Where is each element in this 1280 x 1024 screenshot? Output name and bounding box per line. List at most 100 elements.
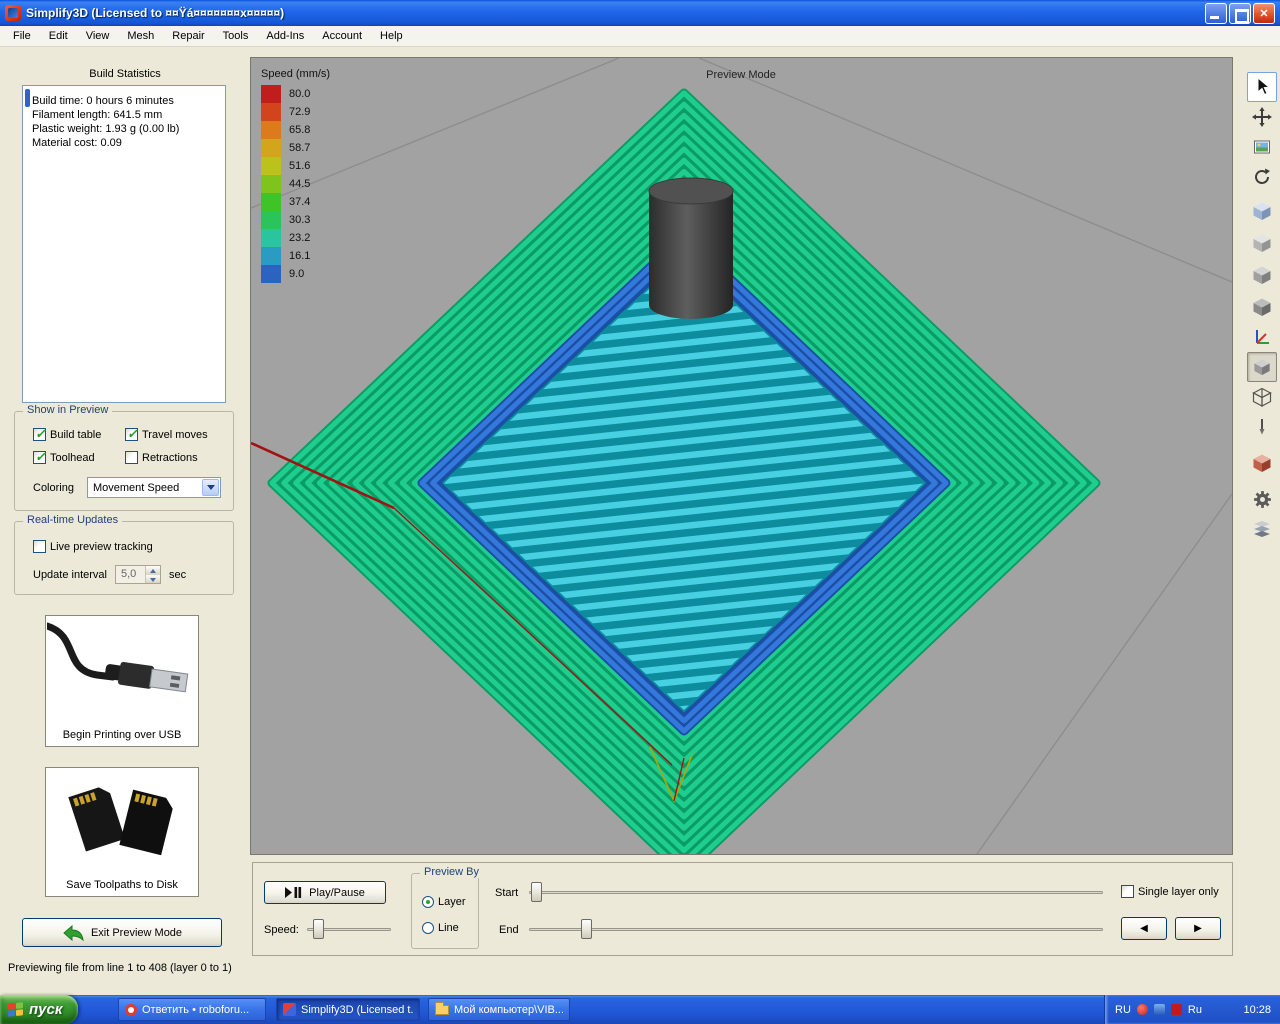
travel-moves-checkbox[interactable]: Travel moves — [125, 428, 208, 441]
slider-groove — [529, 928, 1103, 931]
legend-swatch — [261, 193, 281, 211]
end-slider[interactable] — [529, 919, 1103, 939]
build-statistics-title: Build Statistics — [8, 68, 242, 80]
menu-view[interactable]: View — [77, 27, 119, 45]
speed-slider[interactable] — [307, 919, 391, 939]
window-title: Simplify3D (Licensed to ¤¤Ÿá¤¤¤¤¤¤¤х¤¤¤¤… — [26, 6, 1205, 20]
window-titlebar[interactable]: Simplify3D (Licensed to ¤¤Ÿá¤¤¤¤¤¤¤х¤¤¤¤… — [0, 0, 1280, 26]
show-in-preview-group: Show in Preview Build table Travel moves… — [14, 411, 234, 511]
rotate-view-icon[interactable] — [1247, 162, 1277, 192]
settings-gear-icon[interactable] — [1247, 484, 1277, 514]
legend-swatch — [261, 211, 281, 229]
language-indicator[interactable]: RU — [1115, 1004, 1131, 1016]
view-toolbar — [1244, 47, 1280, 956]
legend-entry: 37.4 — [261, 193, 330, 211]
coloring-label: Coloring — [33, 482, 74, 494]
cursor-tool-icon[interactable] — [1247, 72, 1277, 102]
radio-unselected-icon — [422, 922, 434, 934]
language-indicator-2[interactable]: Ru — [1188, 1004, 1202, 1016]
menu-account[interactable]: Account — [313, 27, 371, 45]
legend-swatch — [261, 139, 281, 157]
spinner — [145, 566, 160, 583]
start-slider-thumb[interactable] — [531, 882, 542, 902]
print-toolpath-canvas[interactable] — [251, 58, 1232, 854]
layer-label: Layer — [438, 896, 466, 908]
spin-up-icon[interactable] — [146, 566, 160, 575]
legend-entry: 9.0 — [261, 265, 330, 283]
retractions-checkbox[interactable]: Retractions — [125, 451, 198, 464]
taskbar: пуск Ответить • roboforu... Simplify3D (… — [0, 995, 1280, 1024]
show-in-preview-title: Show in Preview — [23, 404, 112, 416]
minimize-button[interactable] — [1205, 3, 1227, 24]
chevron-down-icon[interactable] — [202, 479, 219, 496]
taskbar-task-browser[interactable]: Ответить • roboforu... — [118, 998, 266, 1021]
app-tray-icon[interactable] — [1154, 1004, 1165, 1015]
stats-accent-bar — [25, 89, 30, 107]
antivirus-tray-icon[interactable] — [1137, 1004, 1148, 1015]
single-layer-checkbox[interactable]: Single layer only — [1121, 885, 1219, 898]
view-top-icon[interactable] — [1247, 228, 1277, 258]
live-preview-checkbox[interactable]: Live preview tracking — [33, 540, 153, 553]
legend-entry: 16.1 — [261, 247, 330, 265]
spin-down-icon[interactable] — [146, 575, 160, 584]
update-interval-field[interactable]: 5,0 — [115, 565, 161, 584]
move-tool-icon[interactable] — [1247, 102, 1277, 132]
wireframe-icon[interactable] — [1247, 382, 1277, 412]
menu-repair[interactable]: Repair — [163, 27, 213, 45]
speed-legend: Speed (mm/s) 80.0 72.9 65.8 58.7 51.6 44… — [261, 68, 330, 283]
prev-layer-button[interactable]: ◀ — [1121, 917, 1167, 940]
maximize-button[interactable] — [1229, 3, 1251, 24]
legend-entry: 58.7 — [261, 139, 330, 157]
toolhead-checkbox[interactable]: Toolhead — [33, 451, 95, 464]
preview-3d-viewport[interactable]: Speed (mm/s) 80.0 72.9 65.8 58.7 51.6 44… — [250, 57, 1233, 855]
save-toolpaths-button[interactable]: Save Toolpaths to Disk — [45, 767, 199, 897]
update-interval-value: 5,0 — [116, 566, 145, 583]
start-slider[interactable] — [529, 882, 1103, 902]
preview-by-title: Preview By — [420, 866, 483, 878]
preview-by-layer-radio[interactable]: Layer — [422, 896, 466, 908]
window-controls — [1205, 3, 1275, 24]
menu-addins[interactable]: Add-Ins — [257, 27, 313, 45]
stat-build-time: Build time: 0 hours 6 minutes — [32, 94, 219, 108]
build-table-label: Build table — [50, 429, 101, 441]
layer-stack-icon[interactable] — [1247, 514, 1277, 544]
taskbar-task-simplify3d[interactable]: Simplify3D (Licensed t... — [276, 998, 420, 1021]
menu-tools[interactable]: Tools — [214, 27, 258, 45]
folder-icon — [435, 1005, 449, 1015]
solid-render-icon[interactable] — [1247, 352, 1277, 382]
menu-help[interactable]: Help — [371, 27, 412, 45]
exit-preview-mode-button[interactable]: Exit Preview Mode — [22, 918, 222, 947]
travel-moves-label: Travel moves — [142, 429, 208, 441]
task-label: Simplify3D (Licensed t... — [301, 1004, 413, 1016]
app-icon — [5, 5, 21, 21]
coloring-select[interactable]: Movement Speed — [87, 477, 221, 498]
menu-file[interactable]: File — [4, 27, 40, 45]
section-view-icon[interactable] — [1247, 448, 1277, 478]
view-front-icon[interactable] — [1247, 260, 1277, 290]
speed-label: Speed: — [264, 924, 299, 936]
realtime-updates-group: Real-time Updates Live preview tracking … — [14, 521, 234, 595]
menu-mesh[interactable]: Mesh — [118, 27, 163, 45]
view-iso-icon[interactable] — [1247, 196, 1277, 226]
preview-by-line-radio[interactable]: Line — [422, 922, 459, 934]
taskbar-task-explorer[interactable]: Мой компьютер\VIB... — [428, 998, 570, 1021]
snapshot-tool-icon[interactable] — [1247, 132, 1277, 162]
stat-plastic-weight: Plastic weight: 1.93 g (0.00 lb) — [32, 122, 219, 136]
view-side-icon[interactable] — [1247, 292, 1277, 322]
speed-slider-thumb[interactable] — [313, 919, 324, 939]
probe-icon[interactable] — [1247, 412, 1277, 442]
menu-edit[interactable]: Edit — [40, 27, 77, 45]
next-layer-button[interactable]: ▶ — [1175, 917, 1221, 940]
build-table-checkbox[interactable]: Build table — [33, 428, 101, 441]
gpu-tray-icon[interactable] — [1171, 1004, 1182, 1015]
live-preview-label: Live preview tracking — [50, 541, 153, 553]
status-bar: Previewing file from line 1 to 408 (laye… — [0, 956, 1280, 995]
begin-printing-usb-button[interactable]: Begin Printing over USB — [45, 615, 199, 747]
play-pause-button[interactable]: Play/Pause — [264, 881, 386, 904]
axes-icon[interactable] — [1247, 322, 1277, 352]
toolhead-label: Toolhead — [50, 452, 95, 464]
end-slider-thumb[interactable] — [581, 919, 592, 939]
start-button[interactable]: пуск — [0, 995, 78, 1024]
close-button[interactable] — [1253, 3, 1275, 24]
desktop: Simplify3D (Licensed to ¤¤Ÿá¤¤¤¤¤¤¤х¤¤¤¤… — [0, 0, 1280, 1024]
